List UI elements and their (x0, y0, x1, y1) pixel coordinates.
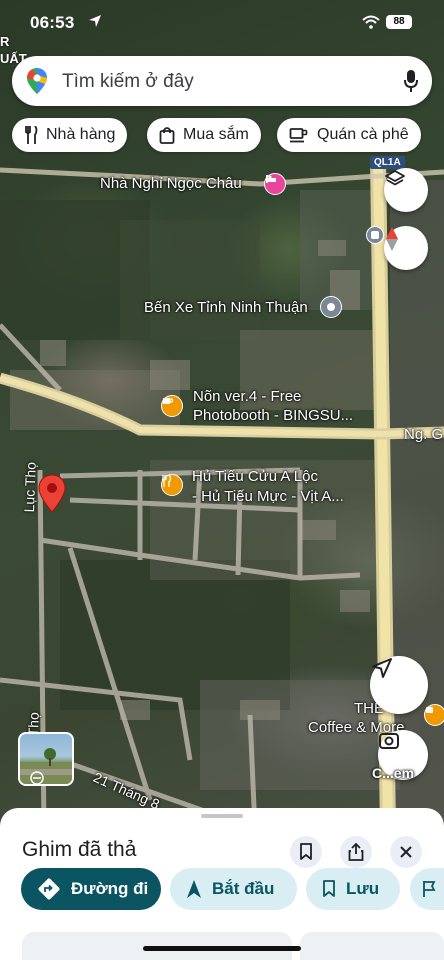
street-view-image (20, 748, 72, 784)
bookmark-icon (300, 843, 312, 860)
category-chips: Nhà hàng Mua sắm Quán cà phê (0, 118, 444, 154)
directions-icon (38, 878, 60, 900)
directions-label: Đường đi (71, 879, 149, 898)
fork-knife-icon (25, 126, 38, 144)
save-bookmark-button[interactable] (290, 836, 322, 868)
chip-cafe[interactable]: Quán cà phê (277, 118, 421, 152)
dropped-pin-icon[interactable] (37, 474, 67, 514)
directions-button[interactable]: Đường đi (21, 868, 161, 910)
camera-label[interactable]: C...em (372, 764, 414, 782)
search-bar[interactable]: Tìm kiếm ở đây (12, 56, 432, 106)
share-button[interactable] (340, 836, 372, 868)
location-arrow-icon (89, 15, 101, 27)
close-button[interactable] (390, 836, 422, 868)
label-ben-xe[interactable]: Bến Xe Tỉnh Ninh Thuận (144, 299, 308, 317)
compass-icon (386, 227, 398, 251)
chip-restaurants[interactable]: Nhà hàng (12, 118, 128, 152)
layers-button[interactable] (384, 168, 428, 212)
edge-text-line1: R (0, 34, 10, 49)
battery-icon: 88 (386, 15, 412, 29)
chip-cafe-label: Quán cà phê (317, 126, 409, 143)
bookmark-icon (323, 880, 335, 897)
shopping-bag-icon (159, 127, 175, 144)
label-hu-tieu-line1[interactable]: Hủ Tiếu Cửu A Lộc (192, 468, 318, 486)
compass-button[interactable] (384, 226, 428, 270)
start-label: Bắt đầu (212, 879, 275, 898)
search-input[interactable]: Tìm kiếm ở đây (62, 71, 194, 93)
info-card-peek-2 (300, 932, 444, 960)
share-icon (348, 843, 364, 861)
save-label: Lưu (346, 879, 380, 898)
label-non-line2[interactable]: Photobooth - BINGSU... (193, 407, 353, 425)
microphone-icon[interactable] (404, 69, 418, 93)
wifi-icon (362, 15, 380, 29)
layers-icon (385, 170, 405, 186)
label-ng-g: Ng. G (404, 426, 444, 443)
maps-logo-icon (27, 68, 47, 94)
sheet-drag-handle[interactable] (201, 814, 243, 818)
my-location-button[interactable] (370, 656, 428, 714)
cafe-pin-icon-2[interactable] (424, 704, 444, 726)
street-view-thumbnail[interactable] (18, 732, 74, 786)
bus-station-icon[interactable] (320, 296, 342, 318)
more-actions-button[interactable] (410, 868, 444, 910)
label-non-line1[interactable]: Nõn ver.4 - Free (193, 388, 301, 406)
bus-stop-icon[interactable] (366, 226, 384, 244)
sheet-title: Ghim đã thả (22, 838, 137, 861)
flag-icon (423, 881, 436, 897)
chip-shopping-label: Mua sắm (183, 126, 249, 143)
chip-restaurants-label: Nhà hàng (46, 126, 116, 143)
start-button[interactable]: Bắt đầu (170, 868, 297, 910)
restaurant-pin-icon[interactable] (161, 474, 183, 496)
hotel-icon[interactable] (264, 173, 286, 195)
close-icon (400, 846, 412, 858)
save-button[interactable]: Lưu (306, 868, 400, 910)
camera-icon (379, 733, 399, 749)
status-time: 06:53 (30, 13, 75, 32)
navigation-arrow-icon (187, 880, 201, 898)
status-bar: 06:53 88 (0, 0, 444, 48)
label-nha-nghi[interactable]: Nhà Nghỉ Ngọc Châu (100, 175, 242, 193)
cafe-pin-icon[interactable] (161, 395, 183, 417)
navigation-arrow-icon (372, 658, 392, 678)
home-indicator[interactable] (143, 946, 301, 951)
coffee-cup-icon (289, 128, 308, 143)
chip-shopping[interactable]: Mua sắm (147, 118, 261, 152)
maps-screen: QL1A Nhà Nghỉ Ngọc Châu Bến Xe Tỉnh Ninh… (0, 0, 444, 960)
label-hu-tieu-line2[interactable]: - Hủ Tiếu Mực - Vịt A... (192, 488, 344, 506)
